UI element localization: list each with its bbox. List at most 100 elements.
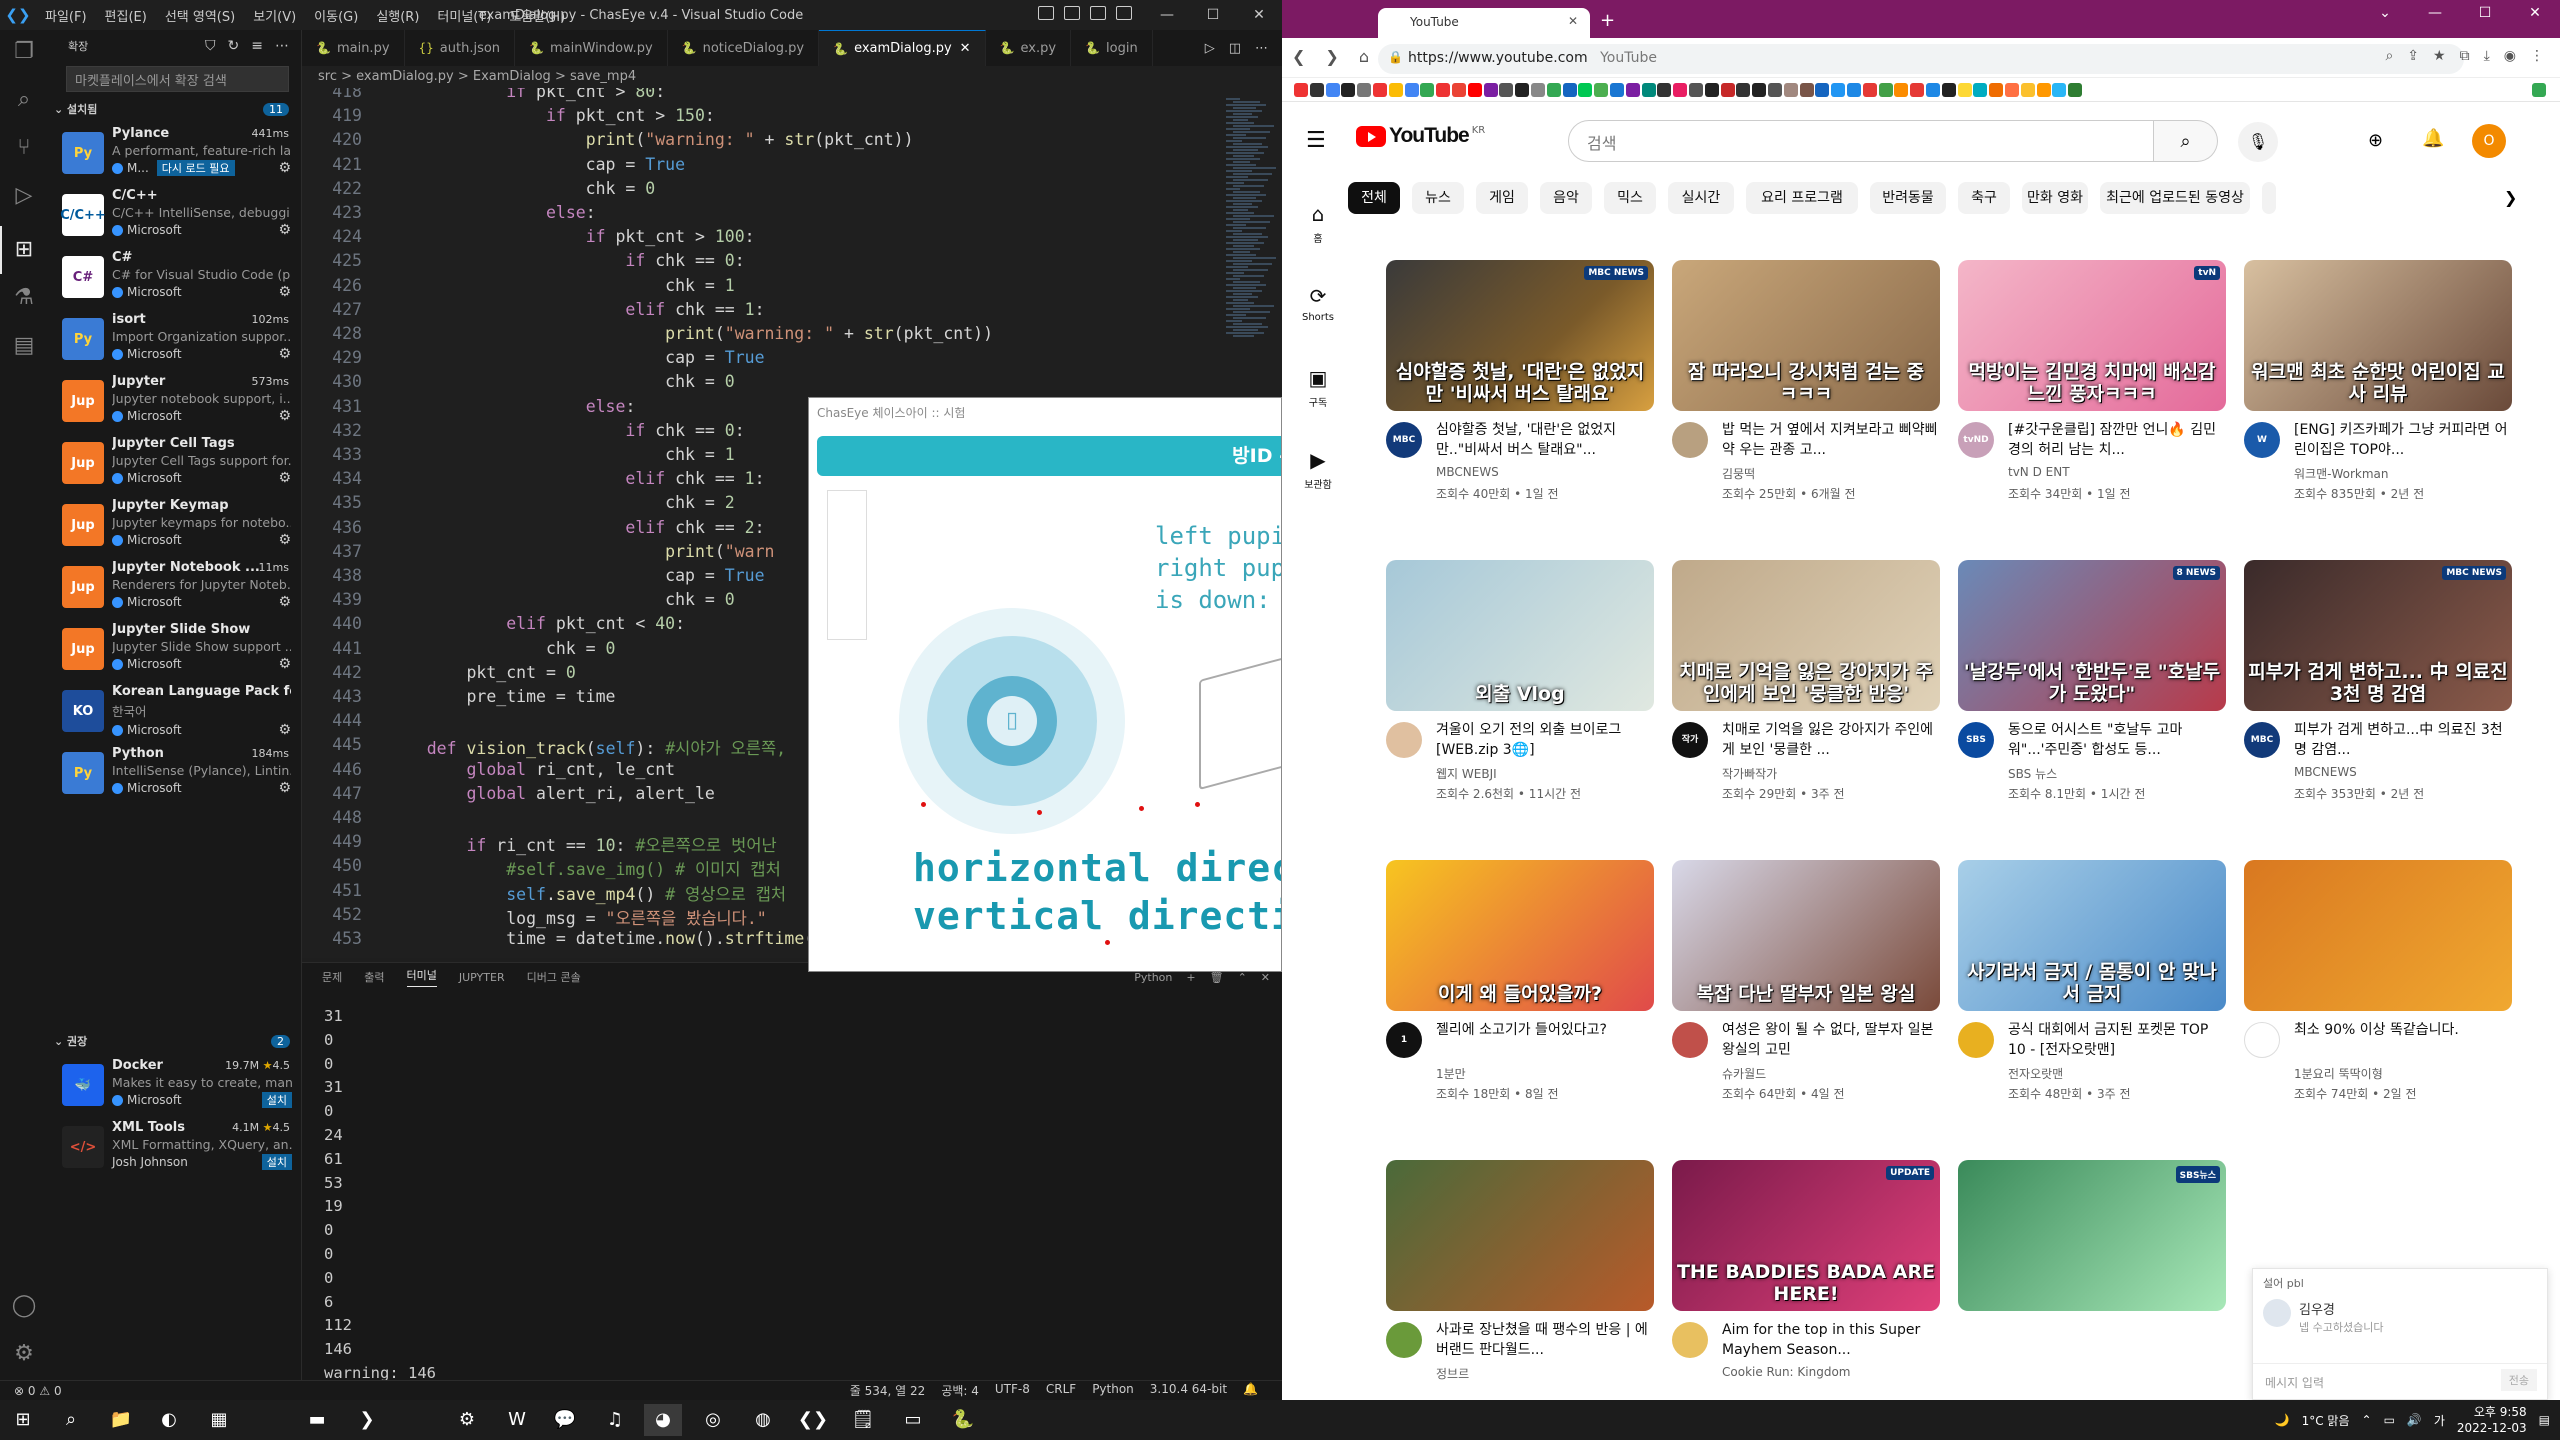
bookmark-icon[interactable]: [1736, 83, 1751, 97]
settings-gear-icon[interactable]: ⚙: [448, 1404, 486, 1436]
channel-avatar[interactable]: [1958, 1022, 1994, 1058]
video-thumbnail[interactable]: [1386, 1160, 1654, 1311]
more-actions-icon[interactable]: ⋯: [275, 38, 289, 54]
channel-name[interactable]: Cookie Run: Kingdom: [1722, 1365, 1850, 1379]
bookmark-icon[interactable]: [1357, 83, 1372, 97]
end-of-line[interactable]: CRLF: [1046, 1382, 1076, 1399]
bookmark-icon[interactable]: [1404, 83, 1419, 97]
settings-gear-icon[interactable]: ⚙: [10, 1340, 38, 1368]
bookmark-icon[interactable]: [2052, 83, 2067, 97]
bookmark-folder-icon[interactable]: [2532, 83, 2546, 97]
bookmark-icon[interactable]: [1515, 83, 1530, 97]
toggle-secondary-sidebar-icon[interactable]: [1090, 6, 1106, 20]
create-video-icon[interactable]: ⊕: [2368, 130, 2383, 151]
weather-text[interactable]: 1°C 맑음: [2302, 1412, 2350, 1429]
editor-tab[interactable]: 🐍 examDialog.py ✕: [819, 30, 986, 66]
close-tab-icon[interactable]: ✕: [1568, 14, 1578, 28]
chevron-down-icon[interactable]: ⌄: [2360, 0, 2410, 26]
zoom-icon[interactable]: ⌕: [2385, 48, 2393, 64]
bookmark-icon[interactable]: [2036, 83, 2051, 97]
channel-name[interactable]: tvN D ENT: [2008, 465, 2070, 479]
terminal-output[interactable]: 31 0 0 31 0 24 61 53 19 0 0 0 6 112 146 warning: 146: [302, 991, 1282, 1410]
gear-icon[interactable]: ⚙: [278, 780, 291, 796]
channel-name[interactable]: MBCNEWS: [1436, 465, 1499, 479]
channel-name[interactable]: 작가빠작가: [1722, 765, 1777, 782]
terminal-icon[interactable]: ▬: [298, 1404, 336, 1436]
breadcrumb[interactable]: src > examDialog.py > ExamDialog > save_…: [302, 66, 1282, 88]
channel-avatar[interactable]: W: [2244, 422, 2280, 458]
bookmark-icon[interactable]: [1373, 83, 1387, 97]
network-icon[interactable]: ▭: [2384, 1413, 2395, 1427]
explorer-icon[interactable]: ❐: [10, 38, 38, 66]
channel-name[interactable]: 1분요리 뚝딱이형: [2294, 1065, 2383, 1082]
gear-icon[interactable]: ⚙: [278, 532, 291, 548]
menu-view[interactable]: 보기(V): [244, 6, 305, 25]
video-thumbnail[interactable]: 복잡 다난 딸부자 일본 왕실: [1672, 860, 1940, 1011]
bookmark-icon[interactable]: [1768, 83, 1782, 97]
video-card[interactable]: 잠 따라오니 강시처럼 걷는 중 ㅋㅋㅋ 밥 먹는 거 옆에서 지켜보라고 삐약삐…: [1672, 260, 1940, 501]
bookmark-icon[interactable]: [1689, 83, 1703, 97]
channel-name[interactable]: 김뭉떡: [1722, 465, 1755, 482]
microphone-icon[interactable]: 🎙: [2238, 122, 2278, 162]
language-mode[interactable]: Python: [1092, 1382, 1134, 1399]
bookmark-icon[interactable]: [1625, 83, 1640, 97]
video-thumbnail[interactable]: 외출 Vlog: [1386, 560, 1654, 711]
extension-item[interactable]: Py Pylance 441ms A performant, feature-rich…: [48, 120, 301, 182]
video-thumbnail[interactable]: MBC NEWS 심야할증 첫날, '대란'은 없었지만 '비싸서 버스 탈래요': [1386, 260, 1654, 411]
bookmark-icon[interactable]: [1815, 83, 1830, 97]
notifications-icon[interactable]: 🔔: [2422, 128, 2444, 149]
bookmark-icon[interactable]: [1894, 83, 1909, 97]
bookmark-icon[interactable]: [1341, 83, 1356, 97]
toggle-sidebar-icon[interactable]: [1038, 6, 1054, 20]
video-title[interactable]: 피부가 검게 변하고...中 의료진 3천 명 감염...: [2294, 720, 2512, 760]
channel-name[interactable]: 정브르: [1436, 1365, 1469, 1382]
extension-item[interactable]: Py isort 102ms Import Organization suppor..…: [48, 306, 301, 368]
panel-tab[interactable]: 디버그 콘솔: [527, 969, 581, 985]
close-icon[interactable]: ✕: [1236, 0, 1282, 30]
terminal-shell-label[interactable]: Python: [1134, 971, 1172, 984]
gear-icon[interactable]: ⚙: [278, 594, 291, 610]
split-editor-icon[interactable]: ◫: [1229, 41, 1241, 56]
bookmark-icon[interactable]: [1989, 83, 2004, 97]
clear-icon[interactable]: ≡: [251, 38, 263, 54]
channel-name[interactable]: MBCNEWS: [2294, 765, 2357, 779]
ime-icon[interactable]: 가: [2434, 1412, 2445, 1429]
video-thumbnail[interactable]: [2244, 860, 2512, 1011]
volume-icon[interactable]: 🔊: [2407, 1413, 2422, 1427]
editor-tab[interactable]: 🐍 ex.py: [986, 30, 1072, 66]
powershell-icon[interactable]: ❯: [348, 1404, 386, 1436]
gear-icon[interactable]: ⚙: [278, 284, 291, 300]
video-thumbnail[interactable]: SBS뉴스: [1958, 1160, 2226, 1311]
channel-avatar[interactable]: 1: [1386, 1022, 1422, 1058]
extension-item[interactable]: Jup Jupyter Keymap Jupyter keymaps for not…: [48, 492, 301, 554]
problems-status[interactable]: ⊗ 0 ⚠ 0: [0, 1384, 62, 1398]
channel-name[interactable]: 전자오랏맨: [2008, 1065, 2063, 1082]
bookmark-icon[interactable]: [1704, 83, 1719, 97]
channel-avatar[interactable]: [1672, 422, 1708, 458]
video-thumbnail[interactable]: 치매로 기억을 잃은 강아지가 주인에게 보인 '뭉클한 반응': [1672, 560, 1940, 711]
bookmark-icon[interactable]: [1388, 83, 1403, 97]
filter-chip[interactable]: 믹스: [1604, 182, 1656, 214]
run-icon[interactable]: ▷: [1205, 41, 1215, 56]
bookmark-icon[interactable]: [1941, 83, 1956, 97]
filter-chip[interactable]: 반려동물: [1870, 182, 1946, 214]
bookmark-icon[interactable]: [1594, 83, 1609, 97]
profile-icon[interactable]: ◉: [2504, 48, 2516, 64]
indentation[interactable]: 공백: 4: [941, 1382, 979, 1399]
channel-avatar[interactable]: 작가: [1672, 722, 1708, 758]
channel-avatar[interactable]: [1672, 1322, 1708, 1358]
chrome-profile-icon[interactable]: ◍: [744, 1404, 782, 1436]
extension-item[interactable]: Jup Jupyter 573ms Jupyter notebook support,…: [48, 368, 301, 430]
video-thumbnail[interactable]: UPDATE THE BADDIES BADA ARE HERE!: [1672, 1160, 1940, 1311]
start-windows-icon[interactable]: ⊞: [4, 1404, 42, 1436]
guide-item[interactable]: ⟳ Shorts: [1282, 284, 1354, 323]
editor-tab[interactable]: 🐍 main.py: [302, 30, 405, 66]
vscode-icon[interactable]: ❮❯: [794, 1404, 832, 1436]
bookmark-icon[interactable]: [1641, 83, 1656, 97]
notepad-icon[interactable]: 🗒: [844, 1404, 882, 1436]
channel-avatar[interactable]: [1672, 1022, 1708, 1058]
menu-go[interactable]: 이동(G): [305, 6, 367, 25]
extension-item[interactable]: Py Python 184ms IntelliSense (Pylance), Lin…: [48, 740, 301, 802]
search-icon[interactable]: ⌕: [2154, 120, 2218, 162]
share-icon[interactable]: ⇪: [2407, 48, 2419, 64]
